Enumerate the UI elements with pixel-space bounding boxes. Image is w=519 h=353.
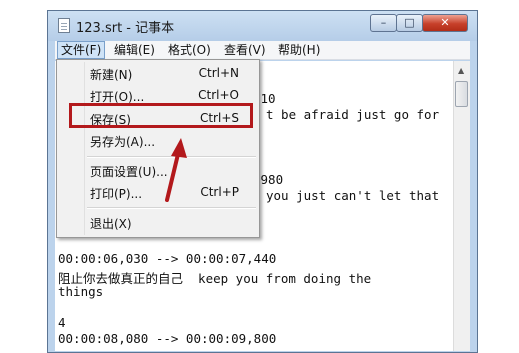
menu-item-new[interactable]: 新建(N) Ctrl+N [57,63,259,85]
close-button[interactable]: ✕ [422,14,468,32]
text-line: 00:00:06,030 --> 00:00:07,440 [58,251,277,266]
text-line: 4 [58,315,66,330]
minimize-button[interactable]: – [370,14,397,32]
window-title: 123.srt - 记事本 [76,21,175,36]
file-menu-dropdown: 新建(N) Ctrl+N 打开(O)... Ctrl+O 保存(S) Ctrl+… [56,59,260,238]
menu-item-shortcut: Ctrl+O [198,88,239,102]
vertical-scrollbar[interactable]: ▲ [453,61,470,351]
text-line: you just can't let that [266,188,440,203]
menu-item-print[interactable]: 打印(P)... Ctrl+P [57,182,259,204]
menu-item-label: 页面设置(U)... [90,165,168,179]
text-line: t be afraid just go for [266,107,440,122]
menu-item-label: 退出(X) [90,217,132,231]
menu-edit[interactable]: 编辑(E) [111,41,158,59]
save-highlight-box [69,103,253,128]
menu-item-label: 新建(N) [90,68,133,82]
menu-bar: 文件(F) 编辑(E) 格式(O) 查看(V) 帮助(H) [55,41,470,60]
menu-item-page-setup[interactable]: 页面设置(U)... [57,160,259,182]
text-line: things [58,284,104,299]
scroll-thumb[interactable] [455,81,468,107]
scroll-up-icon[interactable]: ▲ [458,66,464,75]
menu-item-shortcut: Ctrl+P [200,185,239,199]
text-line: 00:00:08,080 --> 00:00:09,800 [58,331,277,346]
notepad-icon [58,18,70,33]
menu-item-save-as[interactable]: 另存为(A)... [57,130,259,152]
menu-separator [87,156,256,158]
menu-item-label: 另存为(A)... [90,135,156,149]
menu-item-label: 打印(P)... [90,187,143,201]
menu-item-shortcut: Ctrl+N [198,66,239,80]
menu-help[interactable]: 帮助(H) [275,41,323,59]
menu-file[interactable]: 文件(F) [57,41,106,59]
title-bar[interactable]: 123.srt - 记事本 – □ ✕ [48,11,477,41]
maximize-button[interactable]: □ [396,14,423,32]
menu-view[interactable]: 查看(V) [221,41,269,59]
menu-format[interactable]: 格式(O) [165,41,214,59]
menu-item-exit[interactable]: 退出(X) [57,212,259,234]
menu-separator [87,207,256,209]
text-line: 阻止你去做真正的自己 keep you from doing the [58,271,372,286]
